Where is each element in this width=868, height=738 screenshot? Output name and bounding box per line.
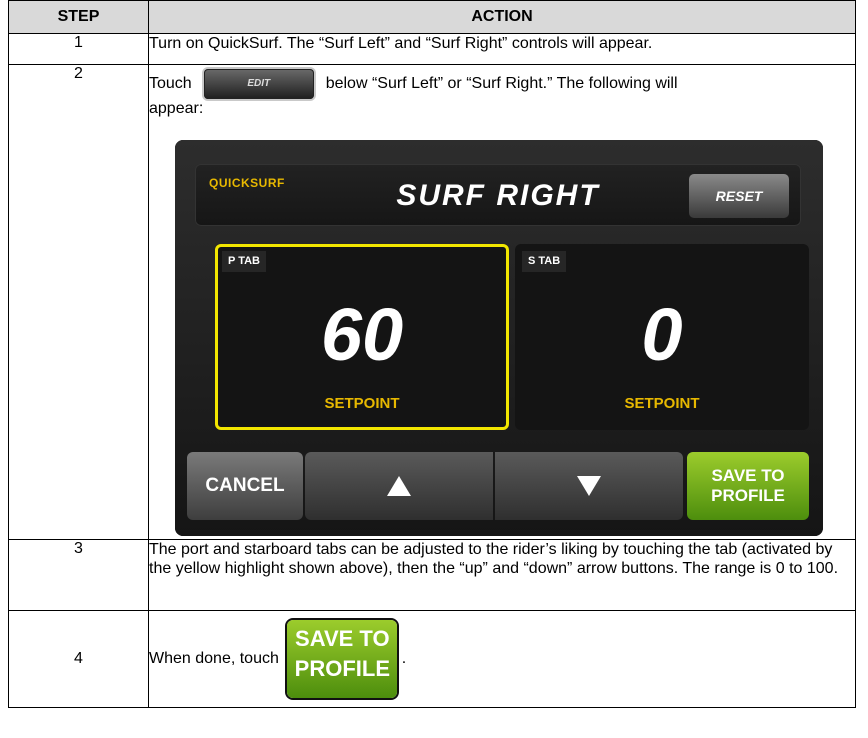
header-bar: QUICKSURF SURF RIGHT RESET <box>195 164 801 227</box>
step-text-before: When done, touch <box>149 650 279 668</box>
step-number: 4 <box>8 610 149 708</box>
step-number: 1 <box>8 33 149 65</box>
step-number: 3 <box>8 539 149 611</box>
port-tab-setpoint: SETPOINT <box>324 395 400 413</box>
step-text-after: below “Surf Left” or “Surf Right.” The f… <box>325 75 678 93</box>
step-text-after2: appear: <box>149 100 204 117</box>
save-label-line1: SAVE TO <box>711 465 785 485</box>
starboard-tab-setpoint: SETPOINT <box>624 395 700 413</box>
step-number: 2 <box>8 64 149 540</box>
step-action: The port and starboard tabs can be adjus… <box>148 539 856 611</box>
save-label-line2: PROFILE <box>711 486 785 506</box>
up-arrow-icon <box>387 476 411 497</box>
step-text-before: Touch <box>149 75 192 93</box>
quicksurf-screen: QUICKSURF SURF RIGHT RESET P TAB 60 SETP… <box>175 140 823 537</box>
up-button[interactable] <box>305 452 493 521</box>
steps-table: STEP ACTION 1 Turn on QuickSurf. The “Su… <box>8 0 856 708</box>
starboard-tab-label: S TAB <box>522 251 567 273</box>
step-action: When done, touch SAVE TO PROFILE . <box>148 610 856 708</box>
cancel-button[interactable]: CANCEL <box>187 452 303 521</box>
inline-save-line1: SAVE TO <box>295 626 390 651</box>
edit-button-image: EDIT <box>203 69 314 99</box>
down-button[interactable] <box>495 452 683 521</box>
table-row: 2 Touch EDIT below “Surf Left” or “Surf Ri… <box>8 64 856 540</box>
header-step: STEP <box>8 0 149 34</box>
starboard-tab-value: 0 <box>641 293 683 377</box>
table-row: 4 When done, touch SAVE TO PROFILE . <box>8 610 856 708</box>
port-tab-label: P TAB <box>222 251 266 273</box>
port-tab-panel[interactable]: P TAB 60 SETPOINT <box>215 244 509 431</box>
save-to-profile-button[interactable]: SAVE TO PROFILE <box>687 452 809 521</box>
table-row: 3 The port and starboard tabs can be adj… <box>8 539 856 611</box>
inline-save-line2: PROFILE <box>294 655 390 681</box>
save-to-profile-image: SAVE TO PROFILE <box>287 620 398 698</box>
header-action: ACTION <box>148 0 856 34</box>
step-action: Turn on QuickSurf. The “Surf Left” and “… <box>148 33 856 65</box>
table-row: 1 Turn on QuickSurf. The “Surf Left” and… <box>8 33 856 65</box>
step-text-after: . <box>401 650 407 668</box>
starboard-tab-panel[interactable]: S TAB 0 SETPOINT <box>515 244 809 431</box>
reset-button[interactable]: RESET <box>689 174 789 219</box>
down-arrow-icon <box>577 476 601 497</box>
port-tab-value: 60 <box>320 293 404 377</box>
step-action: Touch EDIT below “Surf Left” or “Surf Righ… <box>148 64 856 540</box>
